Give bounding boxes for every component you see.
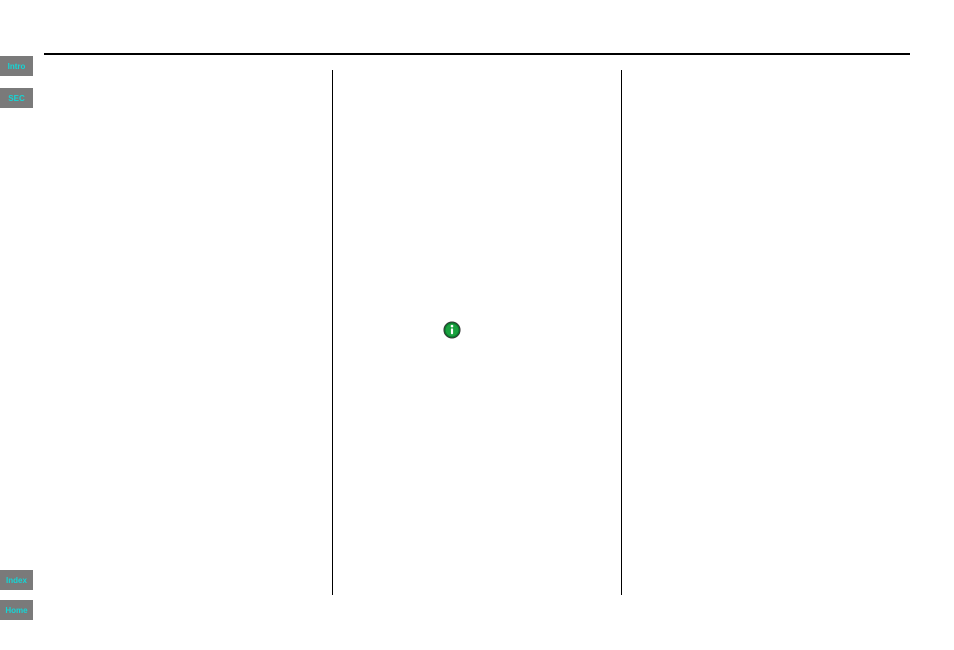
- column-3: [621, 70, 910, 595]
- top-divider: [44, 53, 910, 55]
- column-2: [332, 70, 621, 595]
- info-icon[interactable]: [443, 321, 461, 339]
- content-columns: [44, 70, 910, 595]
- nav-sec-button[interactable]: SEC: [0, 88, 33, 108]
- column-1: [44, 70, 332, 595]
- left-nav: Intro SEC Index Home: [0, 0, 33, 650]
- nav-intro-button[interactable]: Intro: [0, 56, 33, 76]
- nav-index-button[interactable]: Index: [0, 570, 33, 590]
- nav-home-button[interactable]: Home: [0, 600, 33, 620]
